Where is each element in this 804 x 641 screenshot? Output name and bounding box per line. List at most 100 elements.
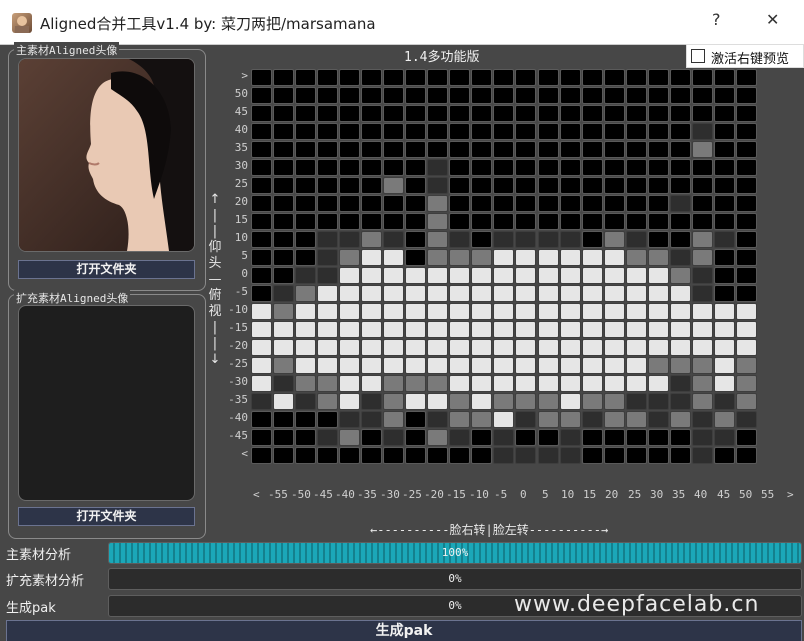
- grid-cell[interactable]: [339, 123, 360, 140]
- grid-cell[interactable]: [405, 303, 426, 320]
- grid-cell[interactable]: [670, 321, 691, 338]
- grid-cell[interactable]: [604, 141, 625, 158]
- grid-cell[interactable]: [383, 285, 404, 302]
- grid-cell[interactable]: [273, 303, 294, 320]
- grid-cell[interactable]: [648, 393, 669, 410]
- grid-cell[interactable]: [383, 303, 404, 320]
- grid-cell[interactable]: [427, 141, 448, 158]
- grid-cell[interactable]: [449, 87, 470, 104]
- grid-cell[interactable]: [560, 375, 581, 392]
- grid-cell[interactable]: [493, 123, 514, 140]
- grid-cell[interactable]: [692, 87, 713, 104]
- grid-cell[interactable]: [383, 321, 404, 338]
- grid-cell[interactable]: [582, 141, 603, 158]
- grid-cell[interactable]: [273, 339, 294, 356]
- grid-cell[interactable]: [560, 159, 581, 176]
- grid-cell[interactable]: [670, 141, 691, 158]
- grid-cell[interactable]: [251, 285, 272, 302]
- grid-cell[interactable]: [560, 429, 581, 446]
- grid-cell[interactable]: [604, 411, 625, 428]
- grid-cell[interactable]: [560, 321, 581, 338]
- grid-cell[interactable]: [648, 447, 669, 464]
- grid-cell[interactable]: [538, 87, 559, 104]
- grid-cell[interactable]: [493, 213, 514, 230]
- grid-cell[interactable]: [317, 123, 338, 140]
- grid-cell[interactable]: [648, 321, 669, 338]
- grid-cell[interactable]: [560, 285, 581, 302]
- grid-cell[interactable]: [582, 213, 603, 230]
- grid-cell[interactable]: [560, 447, 581, 464]
- grid-cell[interactable]: [670, 339, 691, 356]
- grid-cell[interactable]: [361, 195, 382, 212]
- grid-cell[interactable]: [604, 339, 625, 356]
- grid-cell[interactable]: [692, 285, 713, 302]
- grid-cell[interactable]: [427, 195, 448, 212]
- grid-cell[interactable]: [692, 177, 713, 194]
- grid-cell[interactable]: [471, 123, 492, 140]
- grid-cell[interactable]: [560, 213, 581, 230]
- grid-cell[interactable]: [251, 177, 272, 194]
- grid-cell[interactable]: [538, 249, 559, 266]
- grid-cell[interactable]: [736, 141, 757, 158]
- grid-cell[interactable]: [692, 267, 713, 284]
- grid-cell[interactable]: [339, 375, 360, 392]
- grid-cell[interactable]: [648, 267, 669, 284]
- grid-cell[interactable]: [714, 123, 735, 140]
- grid-cell[interactable]: [692, 447, 713, 464]
- grid-cell[interactable]: [670, 429, 691, 446]
- grid-cell[interactable]: [449, 321, 470, 338]
- grid-cell[interactable]: [339, 231, 360, 248]
- grid-cell[interactable]: [449, 231, 470, 248]
- grid-cell[interactable]: [560, 69, 581, 86]
- grid-cell[interactable]: [582, 267, 603, 284]
- grid-cell[interactable]: [251, 411, 272, 428]
- grid-cell[interactable]: [273, 285, 294, 302]
- grid-cell[interactable]: [405, 141, 426, 158]
- grid-cell[interactable]: [317, 195, 338, 212]
- grid-cell[interactable]: [538, 123, 559, 140]
- grid-cell[interactable]: [427, 159, 448, 176]
- grid-cell[interactable]: [471, 159, 492, 176]
- grid-cell[interactable]: [449, 213, 470, 230]
- grid-cell[interactable]: [493, 87, 514, 104]
- grid-cell[interactable]: [339, 267, 360, 284]
- grid-cell[interactable]: [405, 123, 426, 140]
- grid-cell[interactable]: [582, 393, 603, 410]
- grid-cell[interactable]: [582, 429, 603, 446]
- grid-cell[interactable]: [361, 87, 382, 104]
- grid-cell[interactable]: [339, 249, 360, 266]
- grid-cell[interactable]: [273, 105, 294, 122]
- grid-cell[interactable]: [714, 339, 735, 356]
- grid-cell[interactable]: [692, 123, 713, 140]
- grid-cell[interactable]: [736, 231, 757, 248]
- grid-cell[interactable]: [560, 123, 581, 140]
- grid-cell[interactable]: [604, 267, 625, 284]
- grid-cell[interactable]: [449, 447, 470, 464]
- grid-cell[interactable]: [273, 321, 294, 338]
- grid-cell[interactable]: [604, 285, 625, 302]
- grid-cell[interactable]: [339, 429, 360, 446]
- grid-cell[interactable]: [449, 249, 470, 266]
- grid-cell[interactable]: [670, 87, 691, 104]
- grid-cell[interactable]: [626, 339, 647, 356]
- grid-cell[interactable]: [670, 123, 691, 140]
- grid-cell[interactable]: [670, 447, 691, 464]
- grid-cell[interactable]: [670, 159, 691, 176]
- grid-cell[interactable]: [405, 285, 426, 302]
- grid-cell[interactable]: [515, 429, 536, 446]
- grid-cell[interactable]: [714, 213, 735, 230]
- grid-cell[interactable]: [471, 177, 492, 194]
- grid-cell[interactable]: [714, 321, 735, 338]
- grid-cell[interactable]: [670, 69, 691, 86]
- grid-cell[interactable]: [339, 141, 360, 158]
- grid-cell[interactable]: [560, 303, 581, 320]
- grid-cell[interactable]: [317, 177, 338, 194]
- grid-cell[interactable]: [361, 141, 382, 158]
- grid-cell[interactable]: [361, 375, 382, 392]
- grid-cell[interactable]: [295, 105, 316, 122]
- grid-cell[interactable]: [339, 105, 360, 122]
- grid-cell[interactable]: [670, 303, 691, 320]
- grid-cell[interactable]: [515, 87, 536, 104]
- grid-cell[interactable]: [383, 141, 404, 158]
- grid-cell[interactable]: [538, 267, 559, 284]
